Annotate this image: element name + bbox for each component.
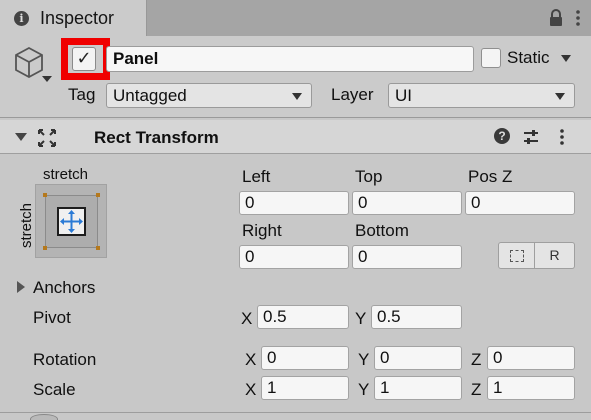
scale-x-field[interactable]: 1 <box>261 376 349 400</box>
static-dropdown-arrow-icon[interactable] <box>561 55 571 62</box>
pivot-y-label[interactable]: Y <box>355 309 366 329</box>
rotation-z-field[interactable]: 0 <box>487 346 575 370</box>
anchors-label[interactable]: Anchors <box>33 278 95 298</box>
blueprint-mode-button[interactable] <box>498 242 535 269</box>
component-divider <box>0 412 591 413</box>
right-label: Right <box>242 221 282 240</box>
tag-dropdown[interactable]: Untagged <box>106 83 312 108</box>
scale-y-label[interactable]: Y <box>358 380 369 400</box>
anchor-horizontal-label: stretch <box>43 166 89 183</box>
lock-icon[interactable] <box>548 9 564 27</box>
layer-label: Layer <box>331 85 374 104</box>
posz-label: Pos Z <box>468 167 513 186</box>
raw-edit-button[interactable]: R <box>535 242 575 269</box>
rotation-y-label[interactable]: Y <box>358 350 369 370</box>
presets-icon[interactable] <box>523 129 539 145</box>
next-component-icon <box>30 414 58 420</box>
left-field[interactable]: 0 <box>239 191 349 215</box>
info-icon: i <box>14 11 29 26</box>
rect-tool-icon <box>38 129 56 147</box>
anchor-vertical-label: stretch <box>18 202 35 248</box>
left-label: Left <box>242 167 271 186</box>
rotation-x-label[interactable]: X <box>245 350 256 370</box>
foldout-expanded-icon[interactable] <box>15 133 27 141</box>
rotation-x-field[interactable]: 0 <box>261 346 349 370</box>
active-checkbox[interactable]: ✓ <box>72 47 96 71</box>
component-title: Rect Transform <box>94 128 219 147</box>
static-label[interactable]: Static <box>507 48 550 68</box>
pivot-x-label[interactable]: X <box>241 309 252 329</box>
scale-label: Scale <box>33 380 76 399</box>
foldout-collapsed-icon[interactable] <box>17 281 25 293</box>
inspector-tab-label: Inspector <box>40 8 115 28</box>
pivot-label: Pivot <box>33 308 71 327</box>
right-field[interactable]: 0 <box>239 245 349 269</box>
scale-x-label[interactable]: X <box>245 380 256 400</box>
chevron-down-icon <box>292 93 302 100</box>
scale-z-field[interactable]: 1 <box>487 376 575 400</box>
help-icon[interactable]: ? <box>494 128 510 144</box>
rotation-label: Rotation <box>33 350 97 369</box>
pivot-y-field[interactable]: 0.5 <box>371 305 462 329</box>
scale-y-field[interactable]: 1 <box>374 376 462 400</box>
top-field[interactable]: 0 <box>352 191 462 215</box>
chevron-down-icon <box>555 93 565 100</box>
rotation-z-label[interactable]: Z <box>471 350 481 370</box>
layer-dropdown[interactable]: UI <box>388 83 575 108</box>
gameobject-name-input[interactable]: Panel <box>106 46 474 72</box>
bottom-field[interactable]: 0 <box>352 245 462 269</box>
anchor-corner-dot <box>43 246 47 250</box>
blueprint-icon <box>510 250 524 262</box>
pivot-x-field[interactable]: 0.5 <box>257 305 349 329</box>
layer-value: UI <box>395 86 412 105</box>
anchor-corner-dot <box>96 193 100 197</box>
rotation-y-field[interactable]: 0 <box>374 346 462 370</box>
bottom-label: Bottom <box>355 221 409 240</box>
posz-field[interactable]: 0 <box>465 191 575 215</box>
stretch-arrows-icon <box>60 210 83 233</box>
tag-value: Untagged <box>113 86 187 105</box>
anchor-corner-dot <box>96 246 100 250</box>
tag-label: Tag <box>68 85 96 104</box>
cube-icon[interactable] <box>14 46 44 78</box>
anchor-corner-dot <box>43 193 47 197</box>
top-label: Top <box>355 167 383 186</box>
icon-dropdown-arrow-icon[interactable] <box>42 76 52 82</box>
scale-z-label[interactable]: Z <box>471 380 481 400</box>
kebab-menu-icon[interactable] <box>558 129 566 145</box>
static-checkbox[interactable] <box>481 48 501 68</box>
kebab-menu-icon[interactable] <box>574 10 582 26</box>
